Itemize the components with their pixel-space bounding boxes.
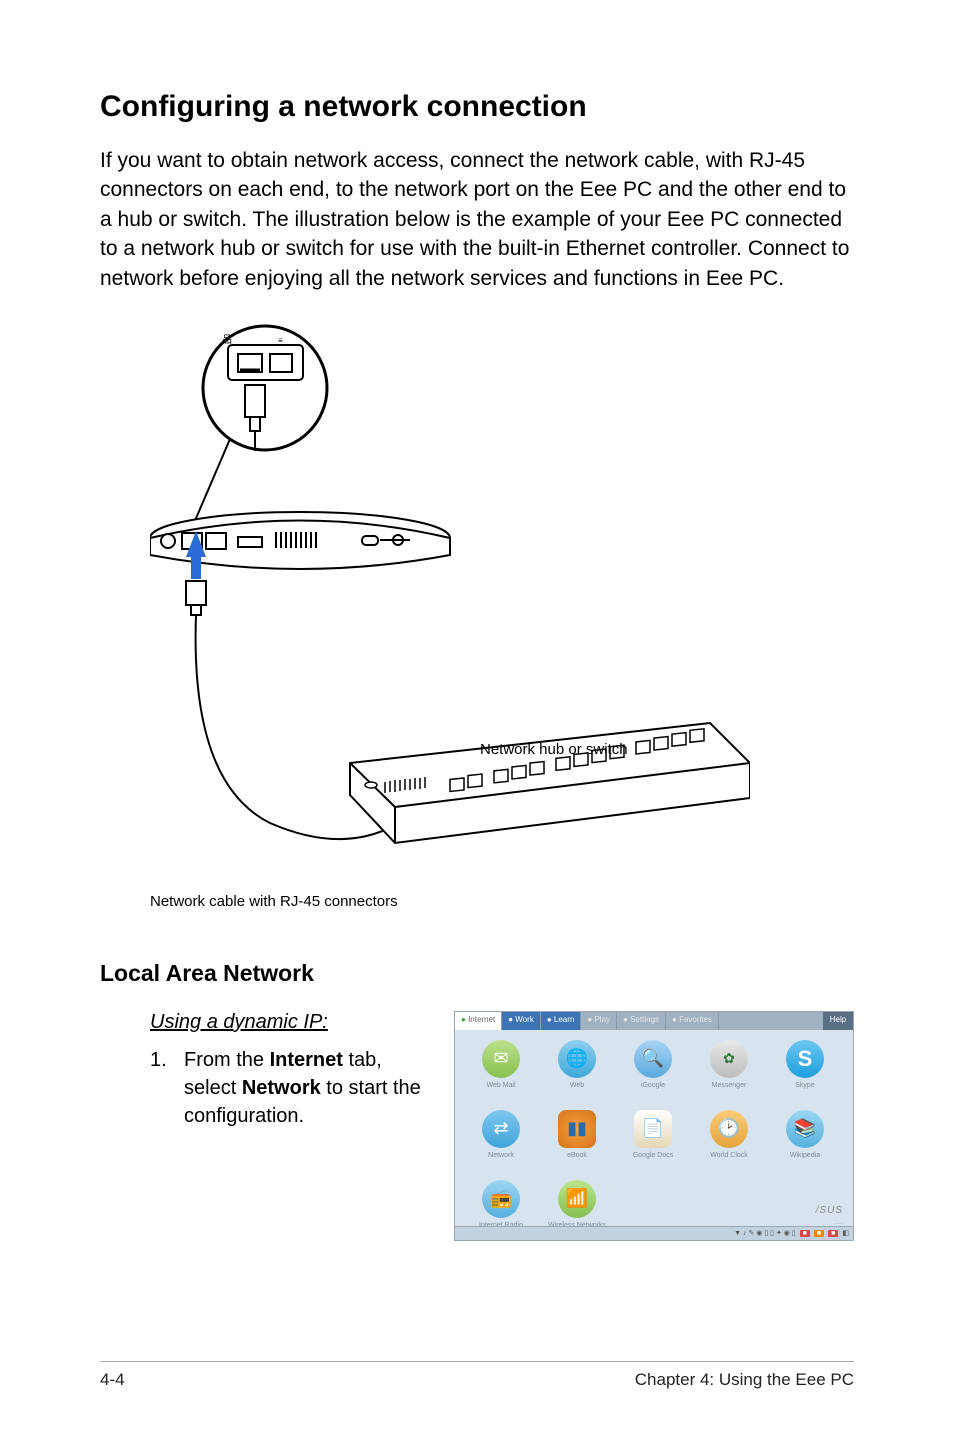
page-number: 4-4 <box>100 1370 125 1390</box>
chapter-label: Chapter 4: Using the Eee PC <box>635 1370 854 1390</box>
section-heading: Local Area Network <box>100 960 854 987</box>
mail-icon: ✉ <box>493 1048 508 1069</box>
page-title: Configuring a network connection <box>100 90 854 124</box>
system-tray: ▼ ♪ ✎ ◉ ▯ ▯ ✦ ◉ ▯ ■ ■ ■ ◧ <box>455 1226 853 1240</box>
docs-icon: 📄 <box>642 1118 664 1139</box>
app-wikipedia[interactable]: 📚 Wikipedia <box>767 1106 843 1176</box>
tray-badge-3[interactable]: ■ <box>828 1230 838 1237</box>
tab-internet[interactable]: ● Internet <box>455 1012 502 1030</box>
switch-label: Network hub or switch <box>480 741 628 758</box>
tab-settings[interactable]: ● Settings <box>617 1012 666 1030</box>
diagram-svg: 品 ≡ <box>150 323 750 883</box>
tray-badge-1[interactable]: ■ <box>800 1230 810 1237</box>
svg-text:品: 品 <box>222 334 232 346</box>
tab-learn[interactable]: ● Learn <box>541 1012 582 1030</box>
book-icon: ▮▮ <box>567 1118 587 1139</box>
app-web[interactable]: 🌐 Web <box>539 1036 615 1106</box>
intro-paragraph: If you want to obtain network access, co… <box>100 146 854 293</box>
tab-help[interactable]: Help <box>823 1012 853 1030</box>
globe-icon: 🌐 <box>566 1048 588 1069</box>
asus-tagline: ____ <box>834 1219 843 1224</box>
app-skype[interactable]: S Skype <box>767 1036 843 1106</box>
tab-play[interactable]: ● Play <box>581 1012 617 1030</box>
tab-work[interactable]: ● Work <box>502 1012 541 1030</box>
app-worldclock[interactable]: 🕑 World Clock <box>691 1106 767 1176</box>
rj45-caption: Network cable with RJ-45 connectors <box>150 893 854 910</box>
network-icon: ⇄ <box>493 1118 508 1139</box>
tray-badge-2[interactable]: ■ <box>814 1230 824 1237</box>
network-diagram: 品 ≡ <box>150 323 750 883</box>
svg-text:≡: ≡ <box>278 336 283 345</box>
app-webmail[interactable]: ✉ Web Mail <box>463 1036 539 1106</box>
app-grid: ✉ Web Mail 🌐 Web 🔍 iGoogle ✿ Messenger S… <box>455 1030 853 1241</box>
app-network[interactable]: ⇄ Network <box>463 1106 539 1176</box>
skype-icon: S <box>798 1046 813 1072</box>
asus-logo: /SUS <box>816 1205 843 1216</box>
tab-favorites[interactable]: ● Favorites <box>666 1012 719 1030</box>
tray-close-icon[interactable]: ◧ <box>842 1229 849 1237</box>
app-igoogle[interactable]: 🔍 iGoogle <box>615 1036 691 1106</box>
subsection-heading: Using a dynamic IP: <box>150 1011 426 1034</box>
wifi-icon: 📶 <box>566 1188 588 1209</box>
radio-icon: 📻 <box>490 1188 512 1209</box>
app-ebook[interactable]: ▮▮ eBook <box>539 1106 615 1176</box>
page-footer: 4-4 Chapter 4: Using the Eee PC <box>100 1361 854 1390</box>
wiki-icon: 📚 <box>794 1118 816 1139</box>
app-googledocs[interactable]: 📄 Google Docs <box>615 1106 691 1176</box>
os-tab-bar: ● Internet ● Work ● Learn ● Play ● Setti… <box>455 1012 853 1030</box>
app-messenger[interactable]: ✿ Messenger <box>691 1036 767 1106</box>
step-number: 1. <box>150 1046 184 1130</box>
step-1: 1. From the Internet tab, select Network… <box>150 1046 426 1130</box>
clock-icon: 🕑 <box>718 1118 740 1139</box>
messenger-icon: ✿ <box>723 1050 735 1067</box>
os-screenshot: ● Internet ● Work ● Learn ● Play ● Setti… <box>454 1011 854 1241</box>
search-icon: 🔍 <box>642 1048 664 1069</box>
tray-text: ▼ ♪ ✎ ◉ ▯ ▯ ✦ ◉ ▯ <box>734 1229 796 1237</box>
step-text: From the Internet tab, select Network to… <box>184 1046 426 1130</box>
